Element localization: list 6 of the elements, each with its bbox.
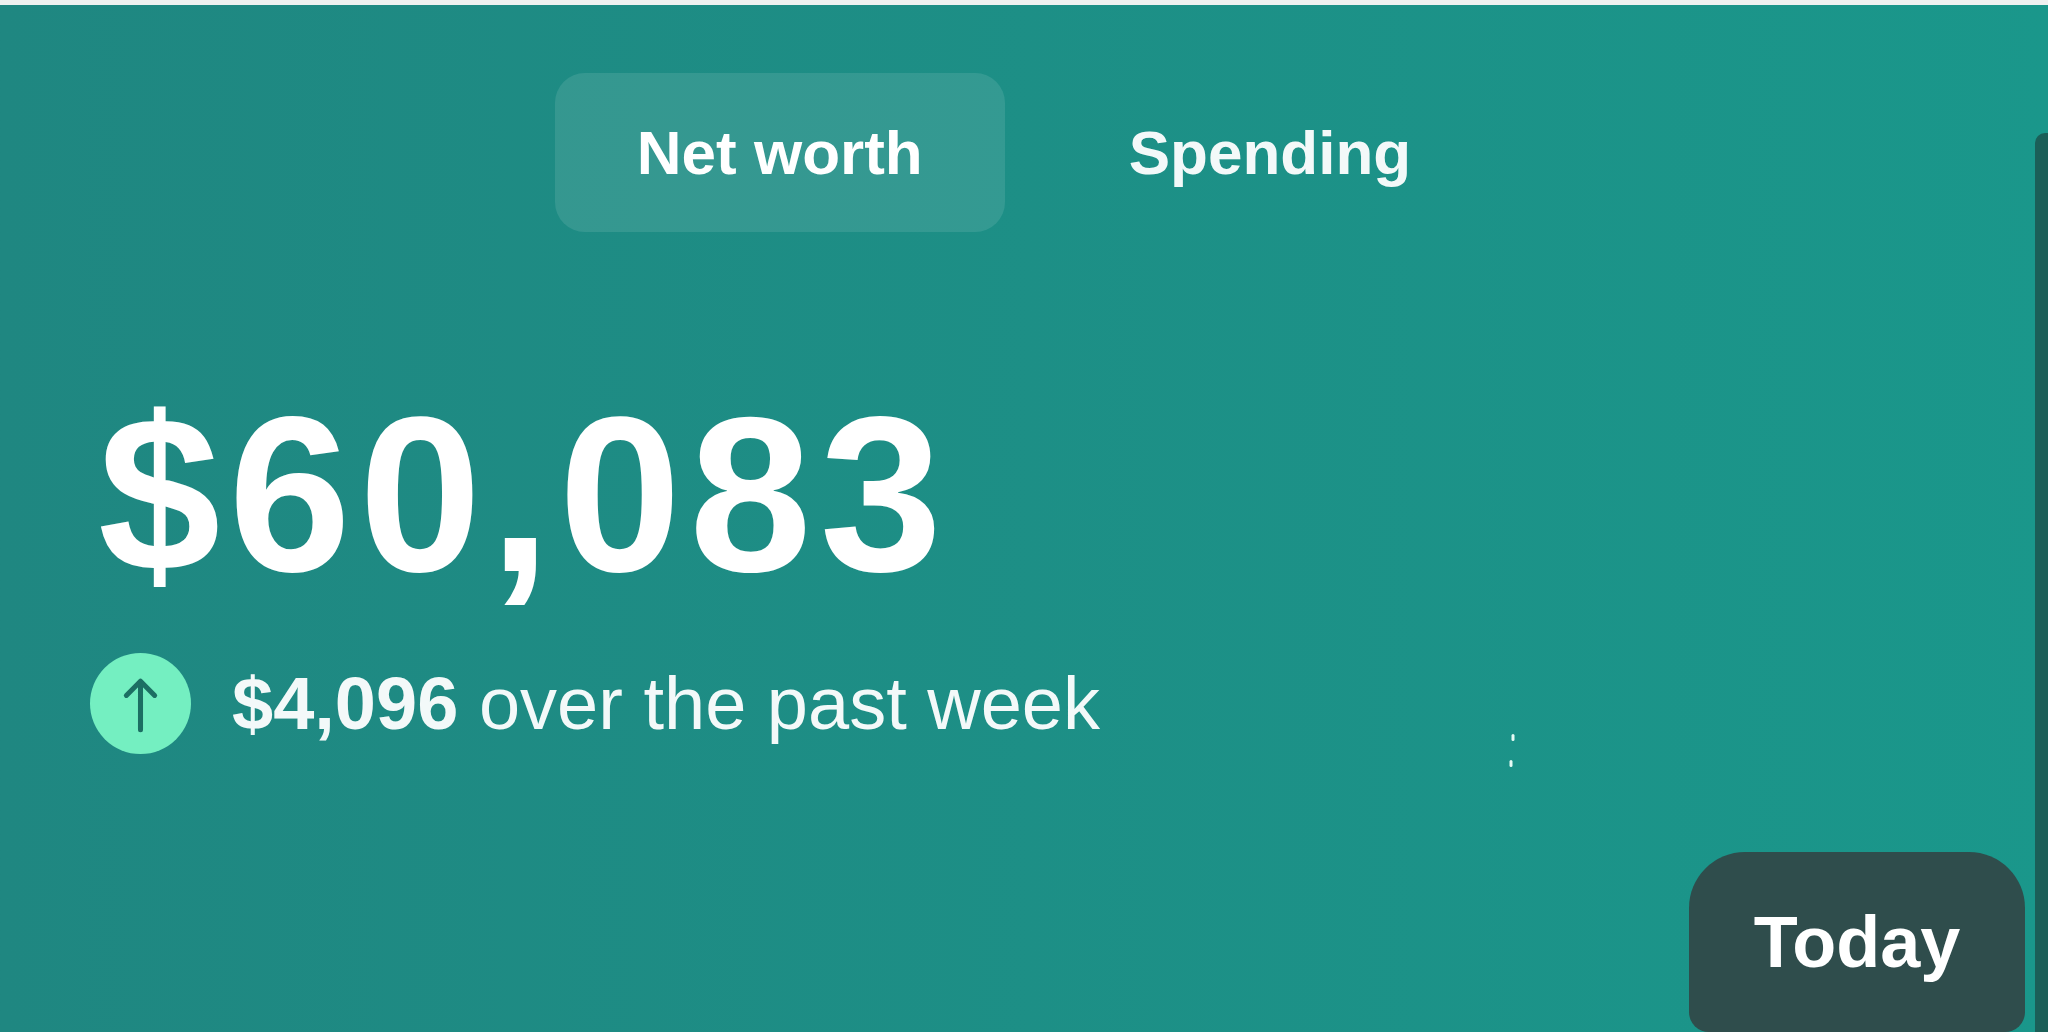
tab[interactable]: Net worth — [554, 73, 1005, 232]
net-worth-amount: $60,083 — [98, 385, 951, 605]
scrollbar[interactable] — [2035, 133, 2048, 1032]
two-dots-icon — [1509, 734, 1515, 767]
today-button[interactable]: Today — [1689, 852, 2025, 1032]
tab[interactable]: Spending — [1046, 73, 1494, 232]
